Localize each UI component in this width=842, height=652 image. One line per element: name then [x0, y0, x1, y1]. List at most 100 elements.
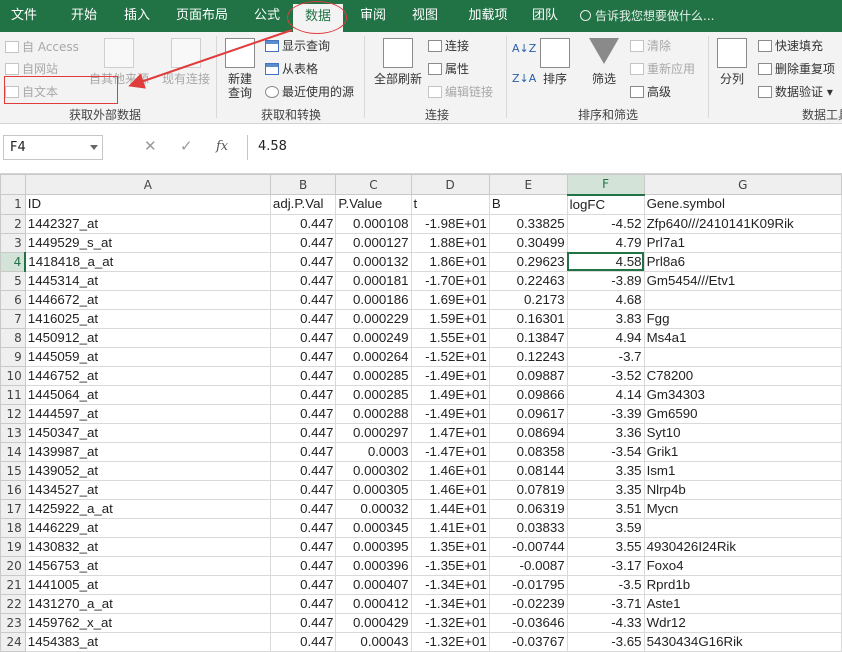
cell-e21[interactable]: -0.01795	[488, 574, 568, 595]
cell-f10[interactable]: -3.52	[566, 365, 645, 386]
row-header[interactable]: 22	[0, 593, 26, 614]
tab-home[interactable]: 开始	[60, 0, 108, 32]
cell-f23[interactable]: -4.33	[566, 612, 645, 633]
cell-g10[interactable]: C78200	[643, 365, 842, 386]
cell-c3[interactable]: 0.000127	[335, 232, 412, 253]
cell-d23[interactable]: -1.32E+01	[410, 612, 490, 633]
cell-g21[interactable]: Rprd1b	[643, 574, 842, 595]
cell-g6[interactable]	[643, 289, 842, 310]
cell-b3[interactable]: 0.447	[269, 232, 337, 253]
cell-e12[interactable]: 0.09617	[488, 403, 568, 424]
cell-d7[interactable]: 1.59E+01	[410, 308, 490, 329]
cell-d11[interactable]: 1.49E+01	[410, 384, 490, 405]
cell-d13[interactable]: 1.47E+01	[410, 422, 490, 443]
properties-button[interactable]: 属性	[428, 60, 469, 77]
cell-f12[interactable]: -3.39	[566, 403, 645, 424]
row-header[interactable]: 16	[0, 479, 26, 500]
cell-a1[interactable]: ID	[24, 194, 271, 215]
cell-b12[interactable]: 0.447	[269, 403, 337, 424]
cell-d19[interactable]: 1.35E+01	[410, 536, 490, 557]
cell-e16[interactable]: 0.07819	[488, 479, 568, 500]
advanced-filter-button[interactable]: 高级	[630, 83, 671, 100]
cell-a14[interactable]: 1439987_at	[24, 441, 271, 462]
cell-c21[interactable]: 0.000407	[335, 574, 412, 595]
tab-addins[interactable]: 加载项	[460, 0, 516, 32]
cell-b5[interactable]: 0.447	[269, 270, 337, 291]
cell-b8[interactable]: 0.447	[269, 327, 337, 348]
cell-a3[interactable]: 1449529_s_at	[24, 232, 271, 253]
cell-g3[interactable]: Prl7a1	[643, 232, 842, 253]
cell-f6[interactable]: 4.68	[566, 289, 645, 310]
cell-e15[interactable]: 0.08144	[488, 460, 568, 481]
cell-d9[interactable]: -1.52E+01	[410, 346, 490, 367]
cell-b24[interactable]: 0.447	[269, 631, 337, 652]
cell-g14[interactable]: Grik1	[643, 441, 842, 462]
column-header-e[interactable]: E	[488, 174, 568, 195]
cell-e19[interactable]: -0.00744	[488, 536, 568, 557]
new-query-button[interactable]: 新建 查询	[220, 38, 260, 100]
cell-d10[interactable]: -1.49E+01	[410, 365, 490, 386]
cell-b10[interactable]: 0.447	[269, 365, 337, 386]
cell-g9[interactable]	[643, 346, 842, 367]
cell-e14[interactable]: 0.08358	[488, 441, 568, 462]
cell-e4[interactable]: 0.29623	[488, 251, 568, 272]
flash-fill-button[interactable]: 快速填充	[758, 37, 823, 54]
cell-c16[interactable]: 0.000305	[335, 479, 412, 500]
cell-b14[interactable]: 0.447	[269, 441, 337, 462]
tab-page-layout[interactable]: 页面布局	[168, 0, 236, 32]
cell-d4[interactable]: 1.86E+01	[410, 251, 490, 272]
row-header[interactable]: 11	[0, 384, 26, 405]
cell-a23[interactable]: 1459762_x_at	[24, 612, 271, 633]
remove-duplicates-button[interactable]: 删除重复项	[758, 60, 835, 77]
cell-d21[interactable]: -1.34E+01	[410, 574, 490, 595]
cell-a12[interactable]: 1444597_at	[24, 403, 271, 424]
cell-c2[interactable]: 0.000108	[335, 213, 412, 234]
cell-a2[interactable]: 1442327_at	[24, 213, 271, 234]
cell-a24[interactable]: 1454383_at	[24, 631, 271, 652]
cell-g18[interactable]	[643, 517, 842, 538]
row-header[interactable]: 19	[0, 536, 26, 557]
cell-c14[interactable]: 0.0003	[335, 441, 412, 462]
cell-f21[interactable]: -3.5	[566, 574, 645, 595]
cell-g20[interactable]: Foxo4	[643, 555, 842, 576]
cell-c19[interactable]: 0.000395	[335, 536, 412, 557]
cell-e22[interactable]: -0.02239	[488, 593, 568, 614]
row-header[interactable]: 18	[0, 517, 26, 538]
cell-f4[interactable]: 4.58	[566, 251, 645, 272]
cell-d8[interactable]: 1.55E+01	[410, 327, 490, 348]
cell-d6[interactable]: 1.69E+01	[410, 289, 490, 310]
cell-g22[interactable]: Aste1	[643, 593, 842, 614]
cell-b23[interactable]: 0.447	[269, 612, 337, 633]
cell-b11[interactable]: 0.447	[269, 384, 337, 405]
cell-g4[interactable]: Prl8a6	[643, 251, 842, 272]
cell-c8[interactable]: 0.000249	[335, 327, 412, 348]
row-header[interactable]: 17	[0, 498, 26, 519]
cell-c24[interactable]: 0.00043	[335, 631, 412, 652]
cell-f22[interactable]: -3.71	[566, 593, 645, 614]
column-header-a[interactable]: A	[24, 174, 271, 195]
row-header[interactable]: 20	[0, 555, 26, 576]
cell-c11[interactable]: 0.000285	[335, 384, 412, 405]
cell-a22[interactable]: 1431270_a_at	[24, 593, 271, 614]
cell-e24[interactable]: -0.03767	[488, 631, 568, 652]
cell-a10[interactable]: 1446752_at	[24, 365, 271, 386]
select-all-corner[interactable]	[0, 174, 26, 195]
cell-b21[interactable]: 0.447	[269, 574, 337, 595]
cell-b19[interactable]: 0.447	[269, 536, 337, 557]
cell-a17[interactable]: 1425922_a_at	[24, 498, 271, 519]
sort-button[interactable]: 排序	[537, 38, 573, 86]
cell-g19[interactable]: 4930426I24Rik	[643, 536, 842, 557]
cell-f1[interactable]: logFC	[566, 194, 645, 215]
row-header[interactable]: 4	[0, 251, 27, 272]
cell-a5[interactable]: 1445314_at	[24, 270, 271, 291]
cell-g2[interactable]: Zfp640///2410141K09Rik	[643, 213, 842, 234]
cell-d15[interactable]: 1.46E+01	[410, 460, 490, 481]
cell-b22[interactable]: 0.447	[269, 593, 337, 614]
cell-a9[interactable]: 1445059_at	[24, 346, 271, 367]
cell-a13[interactable]: 1450347_at	[24, 422, 271, 443]
row-header[interactable]: 7	[0, 308, 26, 329]
column-header-b[interactable]: B	[269, 174, 337, 195]
row-header[interactable]: 1	[0, 194, 26, 215]
row-header[interactable]: 23	[0, 612, 26, 633]
column-header-d[interactable]: D	[410, 174, 490, 195]
